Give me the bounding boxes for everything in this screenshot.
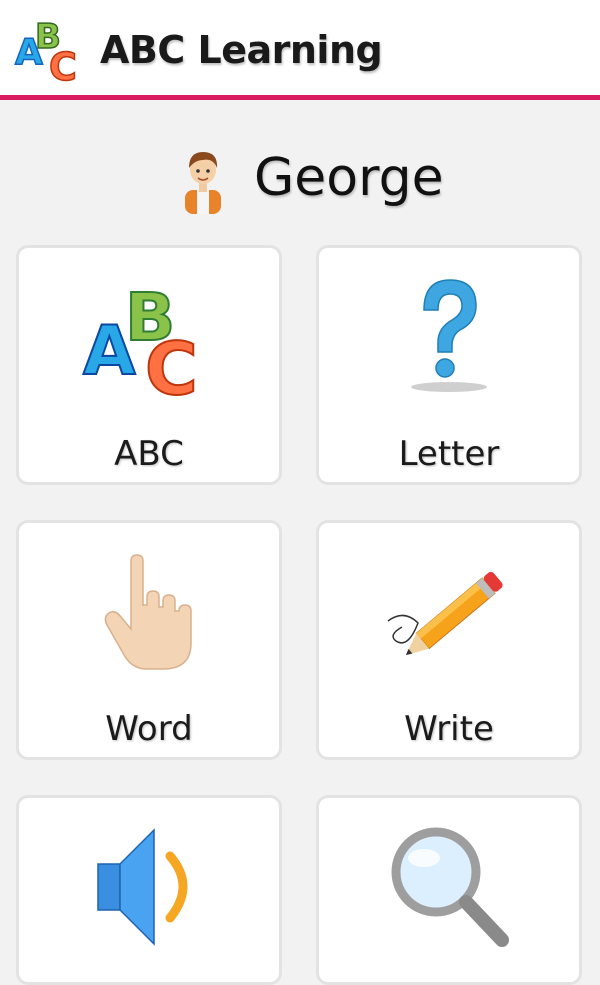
tile-search[interactable] [316, 795, 582, 985]
tile-write[interactable]: Write [316, 520, 582, 760]
speaker-icon [97, 828, 188, 946]
tile-label: Write [404, 709, 494, 749]
app-bar: A B C ABC Learning [0, 0, 600, 100]
tile-label: ABC [114, 434, 184, 474]
svg-text:C: C [145, 327, 198, 400]
abc-blocks-icon: A B C [82, 278, 199, 400]
tile-sound[interactable] [16, 795, 282, 985]
tile-word[interactable]: Word [16, 520, 282, 760]
abc-logo-icon: A B C [14, 16, 77, 84]
tile-label: Word [105, 709, 193, 749]
magnifier-icon [391, 827, 509, 947]
tile-label: Letter [398, 434, 500, 474]
question-mark-icon [411, 279, 487, 392]
pencil-icon [387, 571, 503, 656]
profile-header[interactable]: George [0, 140, 600, 220]
boy-avatar-icon [185, 152, 221, 214]
tile-abc[interactable]: A B C ABC [16, 245, 282, 485]
pointing-hand-icon [104, 554, 192, 670]
tile-letter[interactable]: Letter [316, 245, 582, 485]
svg-text:C: C [49, 45, 77, 84]
user-name: George [254, 148, 444, 208]
app-title: ABC Learning [100, 28, 383, 72]
